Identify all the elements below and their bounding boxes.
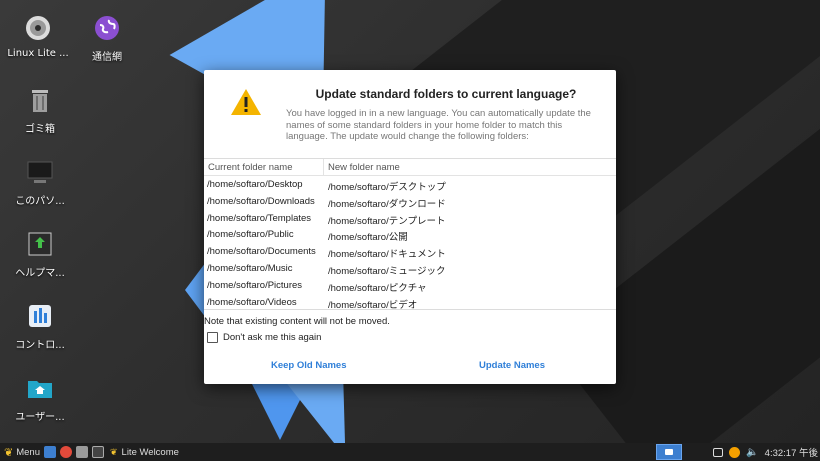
desktop-icon-label: コントロ... xyxy=(15,340,65,351)
updates-icon[interactable] xyxy=(729,446,741,458)
current-folder-cell: /home/softaro/Downloads xyxy=(207,195,315,207)
desktop-icon-label: 通信網 xyxy=(92,52,122,63)
desktop-icon-trash[interactable]: ゴミ箱 xyxy=(5,86,75,135)
chrome-icon[interactable] xyxy=(59,446,72,458)
desktop-icon-computer[interactable]: このパソ... xyxy=(5,158,75,207)
current-folder-cell: /home/softaro/Music xyxy=(207,262,293,274)
warning-icon xyxy=(230,88,262,116)
volume-icon[interactable]: 🔈 xyxy=(746,447,758,458)
desktop-icon-control-panel[interactable]: コントロ... xyxy=(5,302,75,351)
desktop-icon-label: Linux Lite ... xyxy=(7,48,69,59)
show-desktop-icon[interactable] xyxy=(43,446,56,458)
new-folder-cell: /home/softaro/ミュージック xyxy=(328,265,446,277)
feather-icon: ❦ xyxy=(4,446,14,459)
new-folder-cell: /home/softaro/ピクチャ xyxy=(328,282,427,294)
table-header: Current folder name New folder name xyxy=(204,159,616,176)
checkbox-label[interactable]: Don't ask me this again xyxy=(223,332,321,343)
new-folder-cell: /home/softaro/テンプレート xyxy=(328,215,446,227)
menu-button[interactable]: ❦ Menu xyxy=(4,446,40,459)
table-row[interactable]: /home/softaro/Music/home/softaro/ミュージック xyxy=(204,261,616,278)
update-names-button[interactable]: Update Names xyxy=(479,360,545,371)
update-folders-dialog: Update standard folders to current langu… xyxy=(204,70,616,384)
note-text: Note that existing content will not be m… xyxy=(204,316,390,327)
desktop-icon-network[interactable]: 通信網 xyxy=(72,14,142,63)
current-folder-cell: /home/softaro/Desktop xyxy=(207,179,303,190)
taskbar-window-lite-welcome[interactable]: ❦ Lite Welcome xyxy=(110,447,179,458)
menu-label: Menu xyxy=(16,446,40,458)
desktop-icon-label: ヘルプマ... xyxy=(15,268,65,279)
desktop-icon-label: このパソ... xyxy=(15,196,65,207)
help-manual-icon xyxy=(26,230,54,258)
current-folder-cell: /home/softaro/Templates xyxy=(207,212,312,224)
table-row[interactable]: /home/softaro/Downloads/home/softaro/ダウン… xyxy=(204,194,616,211)
desktop-icon-help[interactable]: ヘルプマ... xyxy=(5,230,75,279)
trash-icon xyxy=(26,86,54,114)
globe-icon xyxy=(93,14,121,42)
window-label: Lite Welcome xyxy=(121,446,179,458)
taskbar: ❦ Menu ❦ Lite Welcome 🔈 4:32:17 午後 xyxy=(0,443,820,461)
terminal-icon[interactable] xyxy=(91,446,104,458)
dont-ask-checkbox-row[interactable]: Don't ask me this again xyxy=(207,332,321,343)
table-row[interactable]: /home/softaro/Desktop/home/softaro/デスクトッ… xyxy=(204,177,616,194)
feather-icon: ❦ xyxy=(109,446,118,457)
home-folder-icon xyxy=(26,374,54,402)
desktop-icon-label: ゴミ箱 xyxy=(25,124,55,135)
control-panel-icon xyxy=(26,302,54,330)
monitor-icon xyxy=(26,158,54,186)
dont-ask-checkbox[interactable] xyxy=(207,332,218,343)
new-folder-cell: /home/softaro/ドキュメント xyxy=(328,249,446,261)
table-row[interactable]: /home/softaro/Templates/home/softaro/テンプ… xyxy=(204,211,616,228)
desktop-icon-linux-lite[interactable]: Linux Lite ... xyxy=(3,14,73,59)
current-folder-cell: /home/softaro/Documents xyxy=(207,246,316,258)
keep-old-names-button[interactable]: Keep Old Names xyxy=(271,360,347,371)
new-folder-cell: /home/softaro/ビデオ xyxy=(328,299,418,311)
new-folder-cell: /home/softaro/ダウンロード xyxy=(328,198,446,210)
desktop-icon-user-folder[interactable]: ユーザー... xyxy=(5,374,75,423)
dialog-title: Update standard folders to current langu… xyxy=(315,87,577,101)
disc-icon xyxy=(24,14,52,42)
table-row[interactable]: /home/softaro/Videos/home/softaro/ビデオ xyxy=(204,295,616,312)
current-folder-cell: /home/softaro/Pictures xyxy=(207,279,303,291)
desktop-icon-label: ユーザー... xyxy=(15,412,65,423)
display-icon[interactable] xyxy=(713,447,724,457)
dialog-description: You have logged in in a new language. Yo… xyxy=(286,108,591,142)
file-manager-icon[interactable] xyxy=(75,446,88,458)
workspace-indicator[interactable] xyxy=(656,444,682,460)
current-folder-cell: /home/softaro/Videos xyxy=(207,296,297,308)
current-folder-cell: /home/softaro/Public xyxy=(207,229,294,241)
clock[interactable]: 4:32:17 午後 xyxy=(765,445,818,459)
column-header-current[interactable]: Current folder name xyxy=(204,159,324,175)
new-folder-cell: /home/softaro/デスクトップ xyxy=(328,182,446,193)
column-header-new[interactable]: New folder name xyxy=(324,159,616,175)
table-row[interactable]: /home/softaro/Documents/home/softaro/ドキュ… xyxy=(204,244,616,261)
dialog-header: Update standard folders to current langu… xyxy=(204,70,616,156)
new-folder-cell: /home/softaro/公開 xyxy=(328,232,408,244)
table-row[interactable]: /home/softaro/Pictures/home/softaro/ピクチャ xyxy=(204,278,616,295)
folder-table[interactable]: Current folder name New folder name /hom… xyxy=(204,158,616,312)
system-tray: 🔈 4:32:17 午後 xyxy=(709,443,818,461)
table-row[interactable]: /home/softaro/Public/home/softaro/公開 xyxy=(204,227,616,244)
